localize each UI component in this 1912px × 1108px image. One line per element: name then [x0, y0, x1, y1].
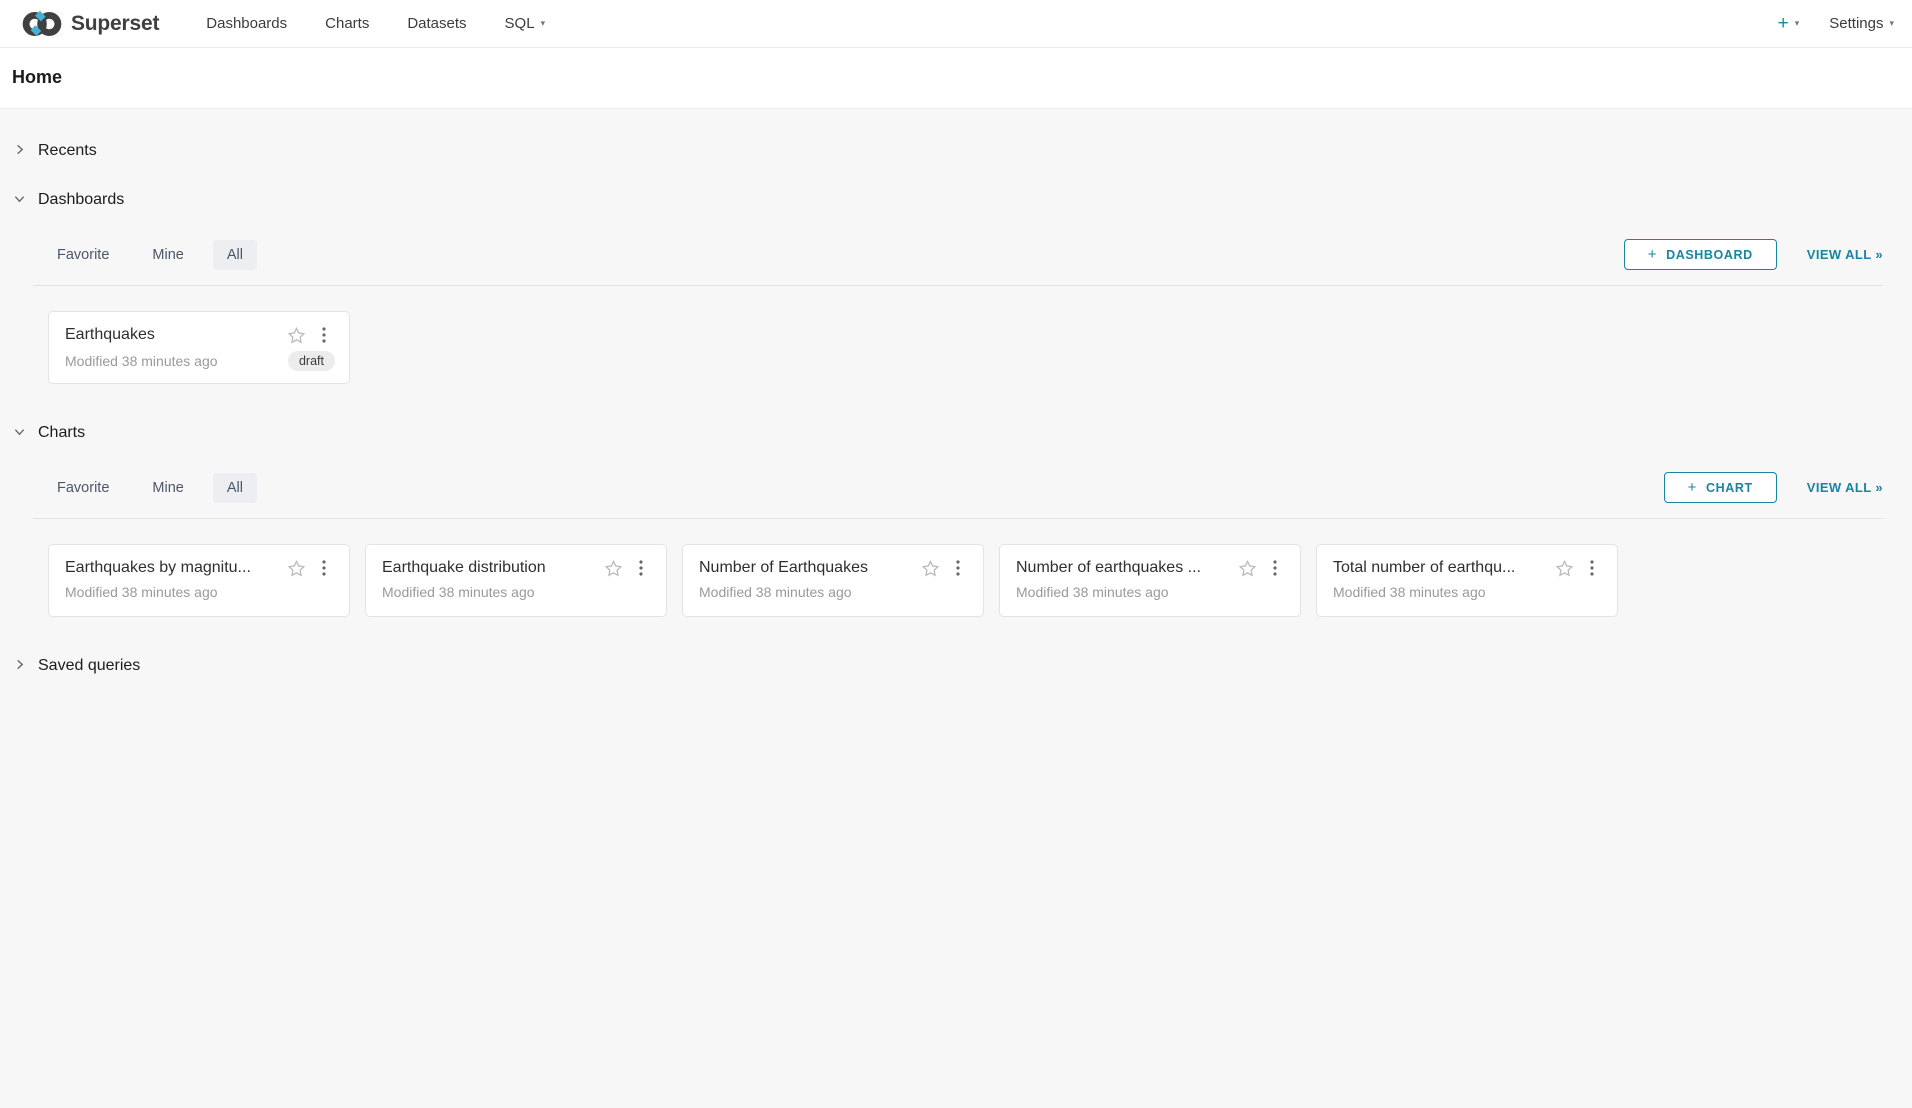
navbar-right: + ▾ Settings ▾: [1778, 14, 1894, 33]
page-header: Home: [0, 48, 1912, 109]
nav-item-dashboards[interactable]: Dashboards: [187, 0, 306, 47]
top-navbar: Superset Dashboards Charts Datasets SQL …: [0, 0, 1912, 48]
caret-down-icon: ▾: [1889, 19, 1894, 28]
section-label: Charts: [38, 424, 85, 442]
favorite-star-icon[interactable]: [285, 324, 308, 347]
charts-actions: + CHART VIEW ALL »: [1664, 472, 1883, 503]
tab-mine[interactable]: Mine: [138, 473, 197, 503]
card-modified: Modified 38 minutes ago: [699, 584, 852, 600]
charts-tabs: Favorite Mine All: [43, 473, 257, 503]
dashboards-controls: Favorite Mine All + DASHBOARD VIEW ALL »: [33, 239, 1883, 270]
dashboard-cards: Earthquakes Modified 38 minutes ago: [33, 286, 1883, 384]
card-modified: Modified 38 minutes ago: [65, 584, 218, 600]
add-chart-button[interactable]: + CHART: [1664, 472, 1777, 503]
card-modified: Modified 38 minutes ago: [382, 584, 535, 600]
chart-card[interactable]: Earthquake distribution Modified 38 minu…: [365, 544, 667, 617]
chart-cards: Earthquakes by magnitu... Modified 38 mi…: [33, 519, 1883, 617]
superset-logo[interactable]: Superset: [22, 10, 159, 38]
plus-icon: +: [1778, 14, 1789, 33]
card-modified: Modified 38 minutes ago: [1333, 584, 1486, 600]
charts-body: Favorite Mine All + CHART VIEW ALL » Ear…: [33, 472, 1883, 617]
chart-card[interactable]: Number of earthquakes ... Modified 38 mi…: [999, 544, 1301, 617]
new-item-button[interactable]: + ▾: [1778, 14, 1800, 33]
dashboard-card[interactable]: Earthquakes Modified 38 minutes ago: [48, 311, 350, 384]
add-dashboard-button[interactable]: + DASHBOARD: [1624, 239, 1777, 270]
saved-queries-header[interactable]: Saved queries: [0, 654, 1912, 678]
section-label: Recents: [38, 142, 97, 160]
card-title[interactable]: Number of earthquakes ...: [1016, 559, 1236, 577]
kebab-menu-icon[interactable]: [1264, 556, 1286, 580]
plus-icon: +: [1688, 480, 1697, 495]
favorite-star-icon[interactable]: [602, 557, 625, 580]
nav-menu: Dashboards Charts Datasets SQL ▾: [187, 0, 564, 47]
plus-icon: +: [1648, 247, 1657, 262]
kebab-menu-icon[interactable]: [313, 556, 335, 580]
favorite-star-icon[interactable]: [919, 557, 942, 580]
card-modified: Modified 38 minutes ago: [65, 353, 218, 369]
card-title[interactable]: Number of Earthquakes: [699, 559, 919, 577]
caret-down-icon: ▾: [1795, 19, 1800, 28]
favorite-star-icon[interactable]: [1236, 557, 1259, 580]
view-all-dashboards-link[interactable]: VIEW ALL »: [1807, 247, 1883, 262]
tab-all[interactable]: All: [213, 473, 257, 503]
nav-item-datasets[interactable]: Datasets: [388, 0, 485, 47]
caret-down-icon: ▾: [541, 19, 546, 28]
superset-infinity-icon: [22, 10, 62, 38]
tab-mine[interactable]: Mine: [138, 240, 197, 270]
chevron-right-icon: [14, 657, 25, 675]
chevron-down-icon: [14, 191, 25, 209]
chart-card[interactable]: Total number of earthqu... Modified 38 m…: [1316, 544, 1618, 617]
tab-favorite[interactable]: Favorite: [43, 473, 123, 503]
chart-card[interactable]: Earthquakes by magnitu... Modified 38 mi…: [48, 544, 350, 617]
nav-item-sql[interactable]: SQL ▾: [486, 0, 565, 47]
tab-favorite[interactable]: Favorite: [43, 240, 123, 270]
kebab-menu-icon[interactable]: [313, 323, 335, 347]
status-badge: draft: [288, 351, 335, 371]
dashboards-actions: + DASHBOARD VIEW ALL »: [1624, 239, 1883, 270]
section-label: Dashboards: [38, 191, 124, 209]
card-title[interactable]: Earthquake distribution: [382, 559, 602, 577]
chart-card[interactable]: Number of Earthquakes Modified 38 minute…: [682, 544, 984, 617]
recents-header[interactable]: Recents: [0, 139, 1912, 163]
favorite-star-icon[interactable]: [1553, 557, 1576, 580]
settings-menu[interactable]: Settings ▾: [1829, 15, 1894, 32]
kebab-menu-icon[interactable]: [1581, 556, 1603, 580]
brand-text: Superset: [71, 12, 159, 36]
dashboards-header[interactable]: Dashboards: [0, 188, 1912, 212]
chevron-right-icon: [14, 142, 25, 160]
nav-item-charts[interactable]: Charts: [306, 0, 388, 47]
dashboards-tabs: Favorite Mine All: [43, 240, 257, 270]
section-recents: Recents: [0, 139, 1912, 163]
card-title[interactable]: Earthquakes by magnitu...: [65, 559, 285, 577]
page-title: Home: [12, 67, 1900, 88]
card-title[interactable]: Total number of earthqu...: [1333, 559, 1553, 577]
dashboards-body: Favorite Mine All + DASHBOARD VIEW ALL »…: [33, 239, 1883, 384]
chevron-down-icon: [14, 424, 25, 442]
favorite-star-icon[interactable]: [285, 557, 308, 580]
charts-controls: Favorite Mine All + CHART VIEW ALL »: [33, 472, 1883, 503]
card-title[interactable]: Earthquakes: [65, 326, 285, 344]
section-charts: Charts Favorite Mine All + CHART VIEW AL…: [0, 421, 1912, 617]
card-modified: Modified 38 minutes ago: [1016, 584, 1169, 600]
view-all-charts-link[interactable]: VIEW ALL »: [1807, 480, 1883, 495]
kebab-menu-icon[interactable]: [630, 556, 652, 580]
home-content: Recents Dashboards Favorite Mine All + D…: [0, 109, 1912, 678]
charts-header[interactable]: Charts: [0, 421, 1912, 445]
section-dashboards: Dashboards Favorite Mine All + DASHBOARD…: [0, 188, 1912, 384]
section-label: Saved queries: [38, 657, 140, 675]
kebab-menu-icon[interactable]: [947, 556, 969, 580]
tab-all[interactable]: All: [213, 240, 257, 270]
section-saved-queries: Saved queries: [0, 654, 1912, 678]
